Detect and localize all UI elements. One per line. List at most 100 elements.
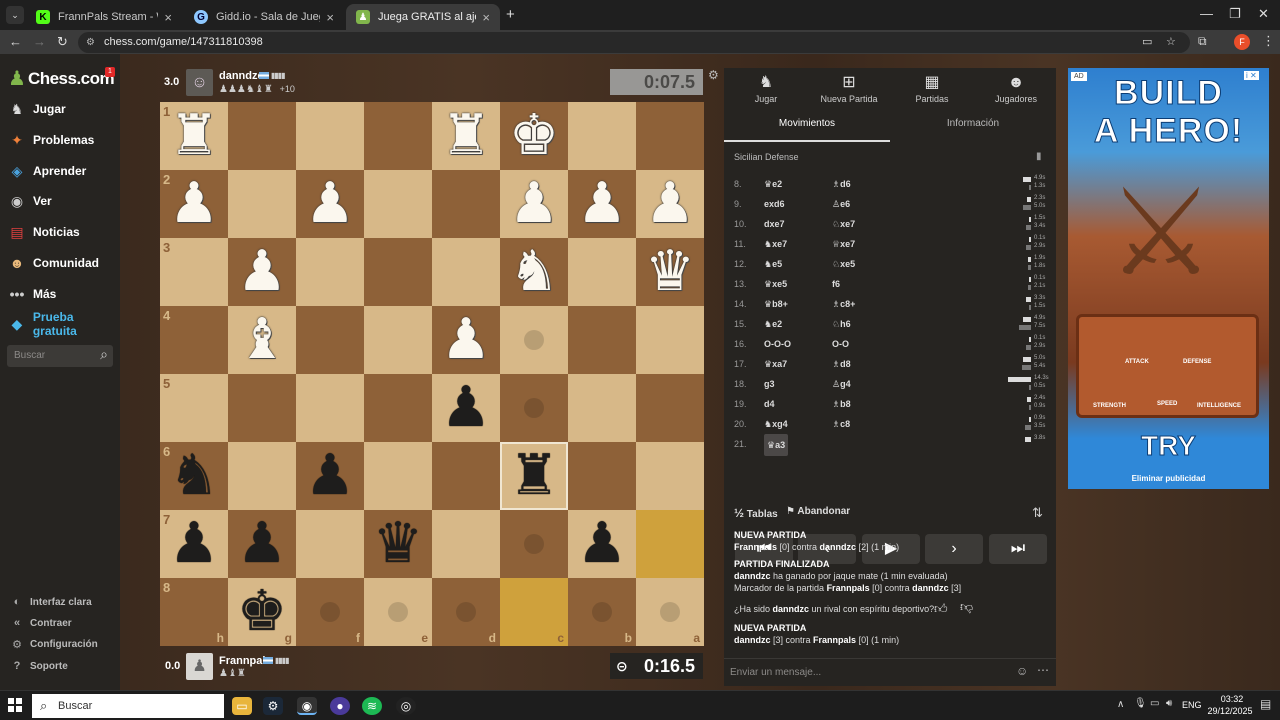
- white-piece[interactable]: ♟: [160, 170, 228, 238]
- forward-icon[interactable]: →: [33, 34, 46, 49]
- cast-icon[interactable]: ▭: [1142, 32, 1152, 53]
- white-piece[interactable]: ♟: [568, 170, 636, 238]
- square-h2[interactable]: 2 ♟: [160, 170, 228, 238]
- notification-badge[interactable]: 1: [105, 67, 115, 77]
- square-g2[interactable]: [228, 170, 296, 238]
- sidebar-item-ver[interactable]: ◉ Ver: [8, 188, 52, 214]
- black-move[interactable]: ♘h6: [832, 314, 851, 334]
- white-move[interactable]: O-O-O: [764, 334, 791, 354]
- square-h1[interactable]: 1 ♜: [160, 102, 228, 170]
- legal-move-hint[interactable]: [456, 602, 476, 622]
- square-h7[interactable]: 7 ♟: [160, 510, 228, 578]
- advertisement[interactable]: AD i ✕ BUILD A HERO! ⚔ ATTACK DEFENSE ST…: [1068, 68, 1269, 489]
- white-piece[interactable]: ♞: [500, 238, 568, 306]
- white-move[interactable]: dxe7: [764, 214, 785, 234]
- square-f7[interactable]: [296, 510, 364, 578]
- tab-nueva-partida[interactable]: ⊞ Nueva Partida: [809, 72, 889, 104]
- square-a5[interactable]: [636, 374, 704, 442]
- square-a4[interactable]: [636, 306, 704, 374]
- square-d5[interactable]: ♟: [432, 374, 500, 442]
- black-move[interactable]: ♗d6: [832, 174, 851, 194]
- chat-player-name[interactable]: danndzc: [912, 583, 949, 593]
- sidebar-support[interactable]: ? Soporte: [10, 657, 68, 675]
- steam-icon[interactable]: ⚙: [263, 697, 283, 715]
- chat-player-name[interactable]: Frannpals: [734, 542, 777, 552]
- sidebar-search-input[interactable]: Buscar ⌕: [7, 345, 113, 367]
- square-e7[interactable]: ♛: [364, 510, 432, 578]
- white-move[interactable]: ♛b8+: [764, 294, 788, 314]
- square-d8[interactable]: d: [432, 578, 500, 646]
- square-b1[interactable]: [568, 102, 636, 170]
- white-move[interactable]: ♞xe7: [764, 234, 787, 254]
- legal-move-hint[interactable]: [524, 330, 544, 350]
- legal-move-hint[interactable]: [320, 602, 340, 622]
- white-move[interactable]: g3: [764, 374, 775, 394]
- volume-icon[interactable]: 🔊︎: [1166, 698, 1172, 709]
- mic-icon[interactable]: 🎙︎: [1134, 698, 1147, 709]
- black-piece[interactable]: ♟: [228, 510, 296, 578]
- opening-book-icon[interactable]: ▮: [1036, 151, 1042, 162]
- square-g3[interactable]: ♟: [228, 238, 296, 306]
- square-e3[interactable]: [364, 238, 432, 306]
- next-move-button[interactable]: ›: [925, 534, 983, 564]
- square-f2[interactable]: ♟: [296, 170, 364, 238]
- square-c3[interactable]: ♞: [500, 238, 568, 306]
- white-piece[interactable]: ♟: [432, 306, 500, 374]
- chrome-icon[interactable]: ◉: [297, 697, 317, 715]
- black-piece[interactable]: ♞: [160, 442, 228, 510]
- white-move[interactable]: ♛a3: [764, 434, 789, 456]
- obs-studio-icon[interactable]: ◎: [396, 697, 416, 715]
- last-move-button[interactable]: ⏭: [989, 534, 1047, 564]
- square-d3[interactable]: [432, 238, 500, 306]
- square-a8[interactable]: a: [636, 578, 704, 646]
- tab-jugar[interactable]: ♞ Jugar: [726, 72, 806, 104]
- black-piece[interactable]: ♛: [364, 510, 432, 578]
- square-f3[interactable]: [296, 238, 364, 306]
- search-icon[interactable]: ⌕: [100, 346, 108, 363]
- square-f1[interactable]: [296, 102, 364, 170]
- browser-tab-2[interactable]: G Gidd.io - Sala de Juegos de Fra ×: [184, 4, 344, 30]
- tray-chevron-icon[interactable]: ∧: [1117, 699, 1124, 710]
- black-move[interactable]: O-O: [832, 334, 849, 354]
- white-move[interactable]: ♛xe5: [764, 274, 787, 294]
- square-d1[interactable]: ♜: [432, 102, 500, 170]
- legal-move-hint[interactable]: [388, 602, 408, 622]
- flip-board-icon[interactable]: ⇅: [1032, 505, 1043, 521]
- square-d4[interactable]: ♟: [432, 306, 500, 374]
- sidebar-collapse[interactable]: « Contraer: [10, 614, 72, 632]
- sidebar-settings[interactable]: ⚙ Configuración: [10, 635, 98, 653]
- black-move[interactable]: ♘xe5: [832, 254, 855, 274]
- white-move[interactable]: ♞e5: [764, 254, 782, 274]
- black-piece[interactable]: ♚: [228, 578, 296, 646]
- taskbar-search[interactable]: ⌕ Buscar: [32, 694, 224, 718]
- square-b5[interactable]: [568, 374, 636, 442]
- square-e8[interactable]: e: [364, 578, 432, 646]
- sidebar-item-prueba-gratuita[interactable]: ◆ Prueba gratuita: [8, 310, 120, 338]
- white-piece[interactable]: ♛: [636, 238, 704, 306]
- square-g5[interactable]: [228, 374, 296, 442]
- white-piece[interactable]: ♝: [228, 306, 296, 374]
- square-a2[interactable]: ♟: [636, 170, 704, 238]
- square-g8[interactable]: g ♚: [228, 578, 296, 646]
- black-move[interactable]: ♙e6: [832, 194, 850, 214]
- network-icon[interactable]: ▭: [1150, 698, 1159, 709]
- notifications-icon[interactable]: ▤: [1260, 697, 1271, 711]
- black-move[interactable]: ♗b8: [832, 394, 851, 414]
- browser-tab-3[interactable]: ♟ Juega GRATIS al ajedrez online ×: [346, 4, 500, 30]
- square-g1[interactable]: [228, 102, 296, 170]
- square-c7[interactable]: [500, 510, 568, 578]
- file-explorer-icon[interactable]: ▭: [232, 697, 252, 715]
- square-c2[interactable]: ♟: [500, 170, 568, 238]
- square-c6[interactable]: ♜: [500, 442, 568, 510]
- new-tab-icon[interactable]: +: [506, 6, 515, 23]
- square-h3[interactable]: 3: [160, 238, 228, 306]
- square-e5[interactable]: [364, 374, 432, 442]
- top-player-avatar[interactable]: ☺: [186, 69, 213, 96]
- thumbs-down-icon[interactable]: 👎︎: [960, 599, 973, 615]
- chat-player-name[interactable]: danndzc: [820, 542, 857, 552]
- clock-time[interactable]: 03:32: [1212, 694, 1252, 704]
- close-window-icon[interactable]: ✕: [1258, 6, 1269, 22]
- legal-move-hint[interactable]: [524, 534, 544, 554]
- chat-player-name[interactable]: danndzc: [734, 571, 771, 581]
- back-icon[interactable]: ←: [9, 34, 22, 49]
